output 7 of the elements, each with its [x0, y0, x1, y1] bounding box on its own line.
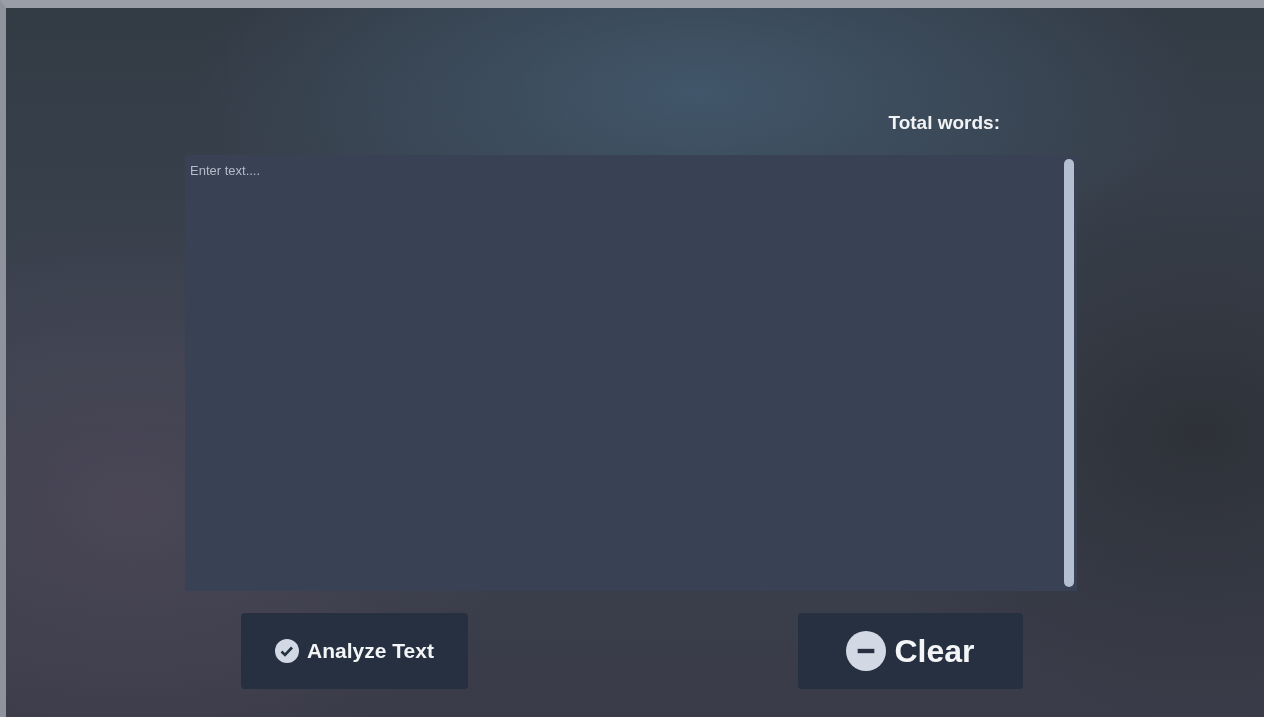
text-area[interactable]: Enter text....	[185, 155, 1077, 591]
analyze-button[interactable]: Analyze Text	[241, 613, 468, 689]
scrollbar-thumb[interactable]	[1064, 159, 1074, 587]
clear-button[interactable]: Clear	[798, 613, 1023, 689]
check-circle-icon	[275, 639, 300, 663]
total-words-label: Total words:	[888, 112, 1000, 135]
minus-circle-icon	[846, 631, 887, 671]
